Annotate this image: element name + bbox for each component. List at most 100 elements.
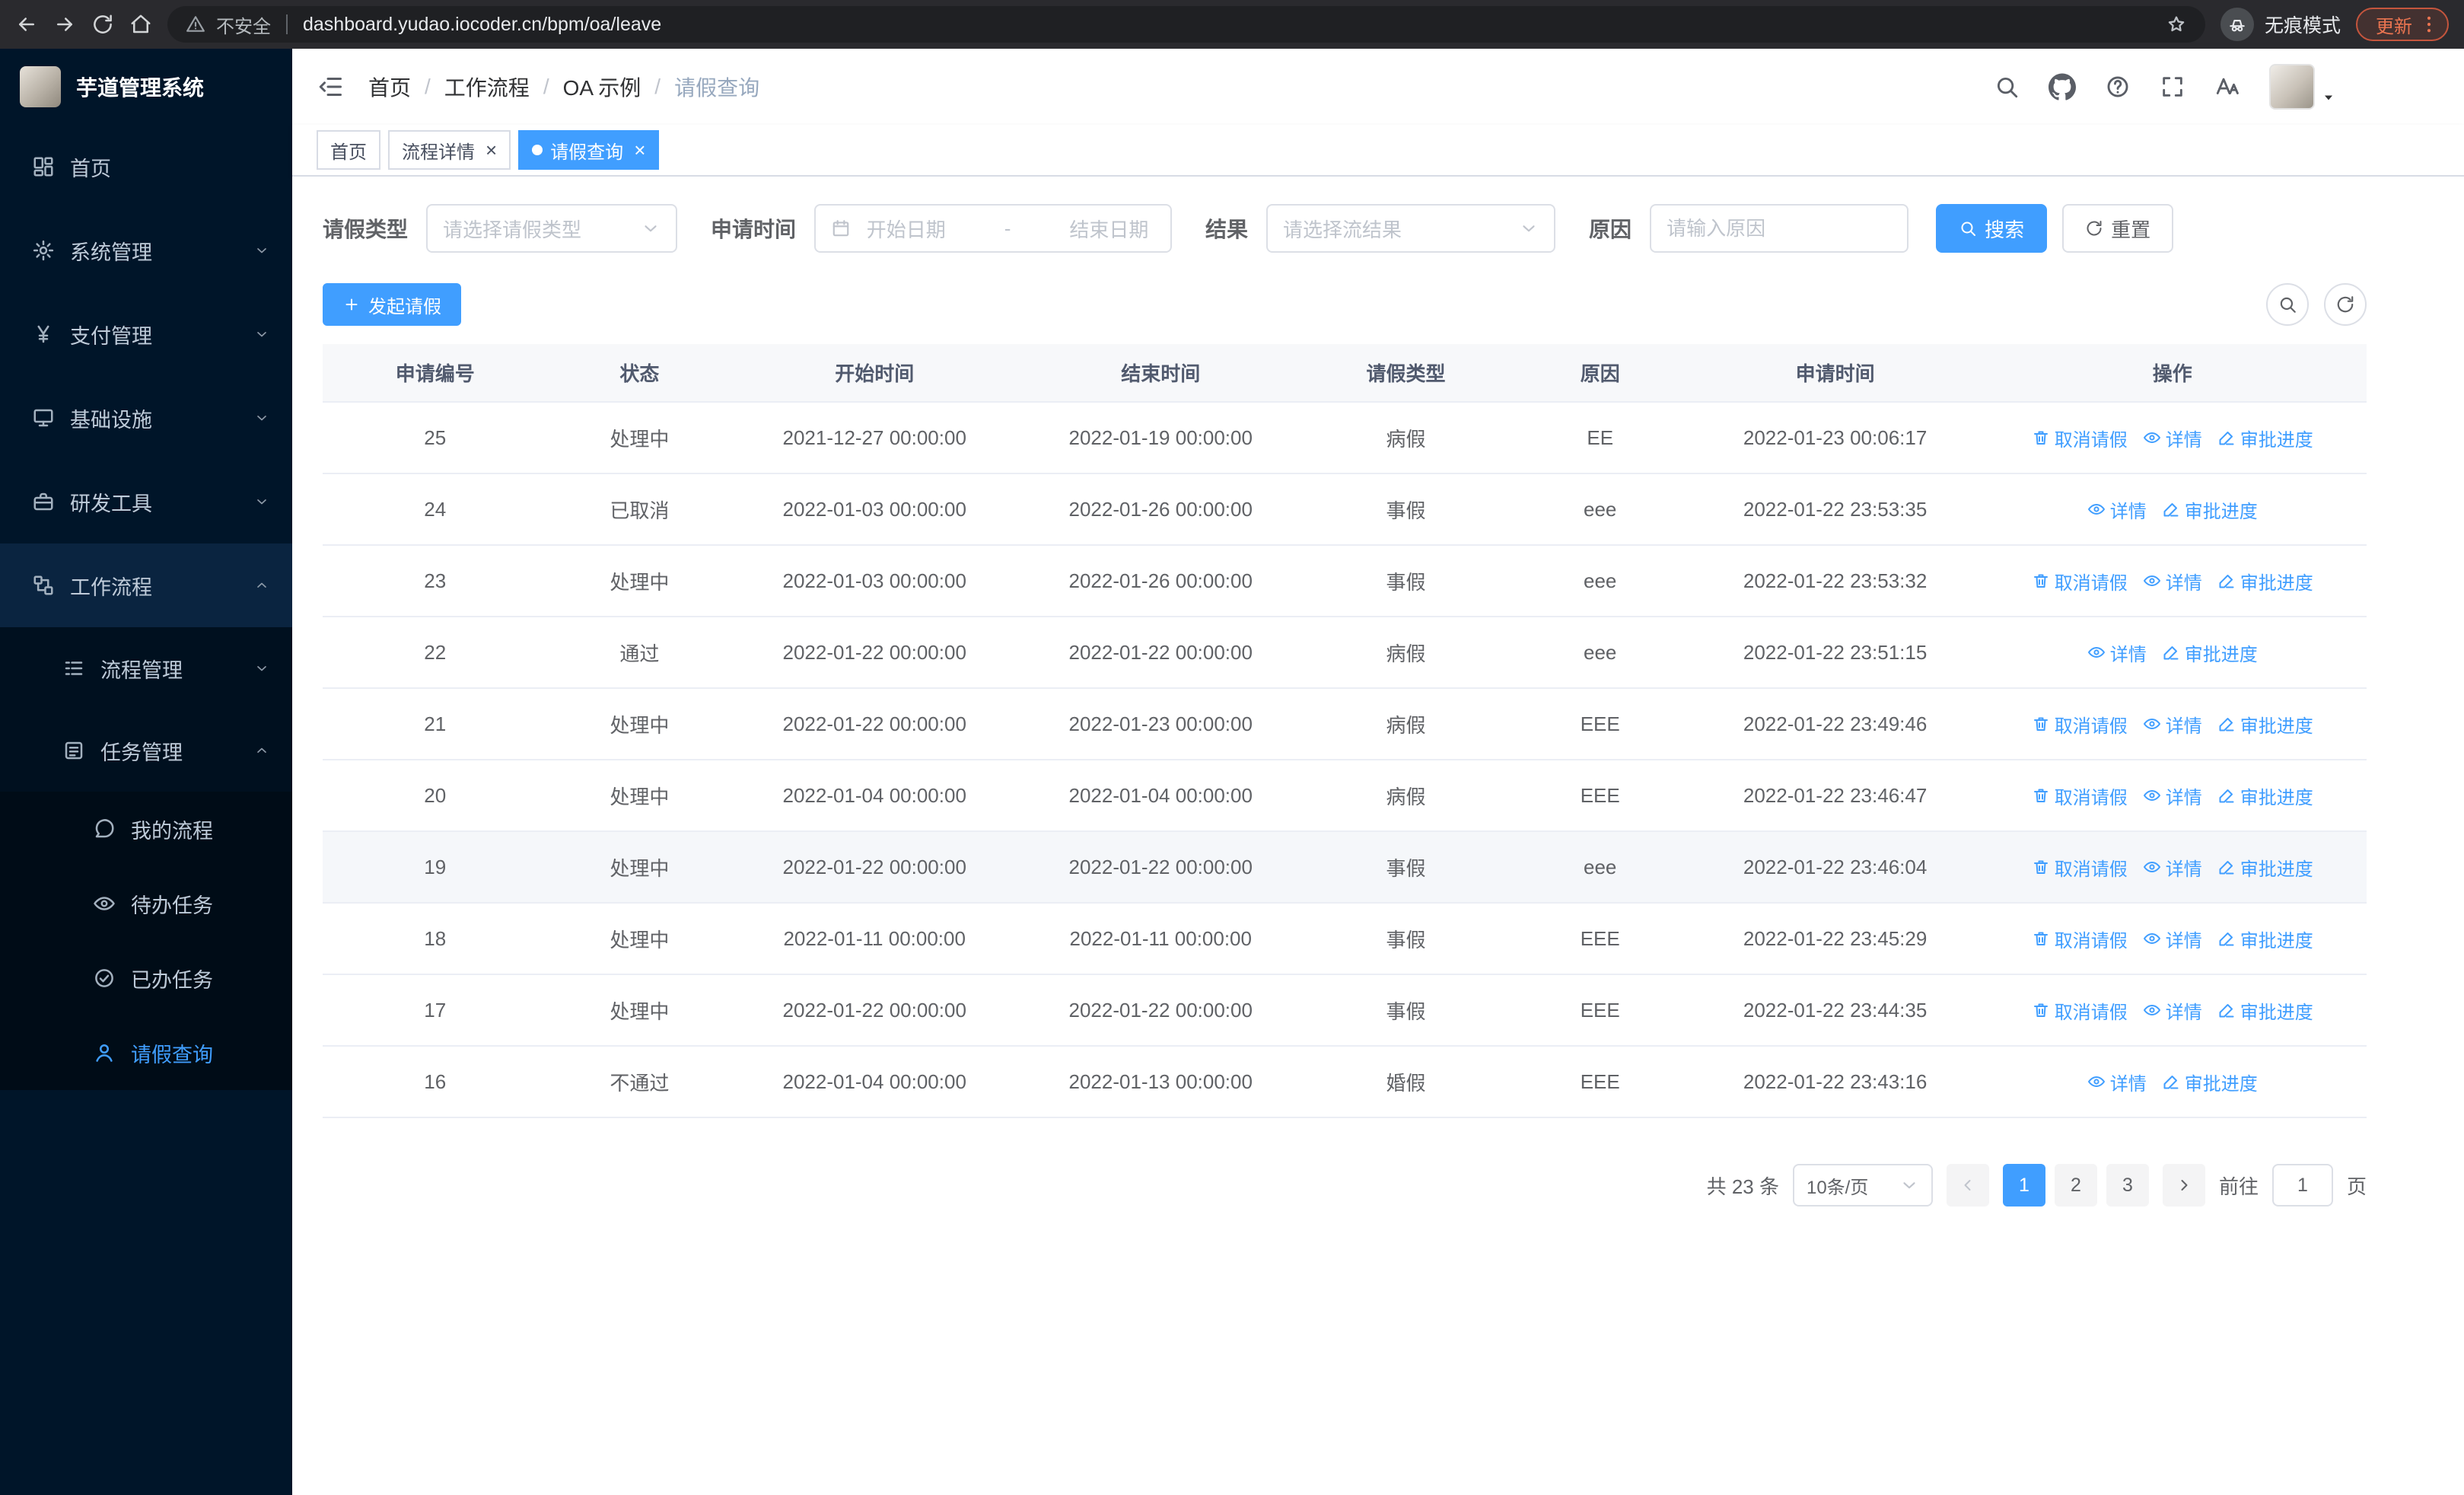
page-button-2[interactable]: 2: [2054, 1164, 2097, 1207]
breadcrumb-item[interactable]: OA 示例: [563, 72, 641, 102]
tab-label: 流程详情: [402, 142, 475, 163]
bookmark-star-icon[interactable]: [2166, 14, 2187, 35]
address-bar[interactable]: 不安全 dashboard.yudao.iocoder.cn/bpm/oa/le…: [167, 6, 2205, 43]
detail-action-link[interactable]: 详情: [2143, 854, 2202, 881]
cancel-action-link[interactable]: 取消请假: [2032, 711, 2128, 738]
progress-action-link[interactable]: 审批进度: [2162, 1069, 2258, 1095]
reload-icon[interactable]: [91, 13, 114, 36]
workflow-icon: [32, 574, 55, 597]
progress-action-link[interactable]: 审批进度: [2162, 639, 2258, 666]
column-header: 原因: [1507, 344, 1692, 403]
sidebar-item-label: 已办任务: [131, 968, 213, 992]
cell-apply-no: 21: [323, 688, 548, 760]
close-tab-icon[interactable]: ×: [485, 140, 497, 160]
reason-input[interactable]: [1650, 204, 1909, 253]
back-icon[interactable]: [15, 13, 38, 36]
action-label: 详情: [2165, 572, 2202, 594]
cancel-action-link[interactable]: 取消请假: [2032, 854, 2128, 881]
forward-icon[interactable]: [53, 13, 76, 36]
page-size-select[interactable]: 10条/页: [1792, 1164, 1933, 1207]
sidebar-item-payment[interactable]: 支付管理: [0, 292, 292, 376]
next-page-button[interactable]: [2162, 1164, 2205, 1207]
result-select[interactable]: 请选择流结果: [1266, 204, 1556, 253]
help-icon[interactable]: [2105, 74, 2131, 100]
cancel-action-link[interactable]: 取消请假: [2032, 783, 2128, 809]
fullscreen-icon[interactable]: [2160, 74, 2185, 100]
cell-reason: EEE: [1507, 903, 1692, 975]
detail-action-link[interactable]: 详情: [2143, 997, 2202, 1024]
create-leave-button[interactable]: 发起请假: [323, 283, 461, 326]
sidebar-item-leave-query[interactable]: 请假查询: [0, 1015, 292, 1090]
apply-time-range-picker[interactable]: 开始日期 - 结束日期: [814, 204, 1173, 253]
detail-action-link[interactable]: 详情: [2143, 783, 2202, 809]
detail-action-link[interactable]: 详情: [2087, 639, 2147, 666]
progress-action-link[interactable]: 审批进度: [2217, 425, 2313, 451]
column-header: 开始时间: [731, 344, 1018, 403]
sidebar-item-dev-tools[interactable]: 研发工具: [0, 460, 292, 543]
sidebar-item-workflow[interactable]: 工作流程: [0, 543, 292, 627]
sidebar-item-task-mgmt[interactable]: 任务管理: [0, 709, 292, 792]
sidebar-item-process-mgmt[interactable]: 流程管理: [0, 627, 292, 709]
sidebar-item-my-process[interactable]: 我的流程: [0, 792, 292, 866]
refresh-table-button[interactable]: [2324, 283, 2367, 326]
leave-type-select[interactable]: 请选择请假类型: [426, 204, 678, 253]
breadcrumb-item[interactable]: 首页: [368, 72, 411, 102]
progress-action-link[interactable]: 审批进度: [2217, 926, 2313, 952]
close-tab-icon[interactable]: ×: [634, 140, 645, 160]
goto-page-input[interactable]: [2271, 1164, 2333, 1207]
sidebar-item-home[interactable]: 首页: [0, 125, 292, 209]
app-logo[interactable]: 芋道管理系统: [0, 49, 292, 125]
detail-action-link[interactable]: 详情: [2143, 568, 2202, 594]
sidebar-item-done-tasks[interactable]: 已办任务: [0, 941, 292, 1015]
tab-process-detail[interactable]: 流程详情 ×: [388, 130, 511, 170]
page-button-3[interactable]: 3: [2106, 1164, 2149, 1207]
browser-home-icon[interactable]: [129, 13, 152, 36]
tab-home[interactable]: 首页: [317, 130, 380, 170]
cell-apply-no: 23: [323, 545, 548, 617]
progress-action-link[interactable]: 审批进度: [2217, 997, 2313, 1024]
sidebar-item-system[interactable]: 系统管理: [0, 209, 292, 292]
progress-action-link[interactable]: 审批进度: [2217, 783, 2313, 809]
sidebar-item-infrastructure[interactable]: 基础设施: [0, 376, 292, 460]
font-size-icon[interactable]: [2214, 74, 2240, 100]
progress-action-link[interactable]: 审批进度: [2162, 496, 2258, 523]
detail-action-link[interactable]: 详情: [2143, 926, 2202, 952]
detail-action-link[interactable]: 详情: [2087, 1069, 2147, 1095]
sidebar-item-label: 任务管理: [100, 741, 183, 764]
header-search-icon[interactable]: [1994, 74, 2020, 100]
sidebar-item-todo-tasks[interactable]: 待办任务: [0, 866, 292, 941]
prev-page-button[interactable]: [1946, 1164, 1989, 1207]
search-button[interactable]: 搜索: [1936, 204, 2048, 253]
update-button[interactable]: 更新: [2356, 8, 2449, 41]
browser-menu-dots-icon[interactable]: [2418, 14, 2440, 35]
reset-button[interactable]: 重置: [2062, 204, 2174, 253]
progress-action-link[interactable]: 审批进度: [2217, 711, 2313, 738]
app-title: 芋道管理系统: [76, 76, 205, 100]
cell-reason: EEE: [1507, 974, 1692, 1047]
avatar[interactable]: [2269, 64, 2315, 110]
cell-status: 不通过: [547, 1046, 732, 1118]
tab-leave-query[interactable]: 请假查询 ×: [518, 130, 660, 170]
cancel-action-link[interactable]: 取消请假: [2032, 568, 2128, 594]
create-leave-label: 发起请假: [368, 296, 441, 317]
leave-type-label: 请假类型: [323, 218, 409, 241]
security-warning-icon[interactable]: [186, 14, 205, 34]
cancel-action-link[interactable]: 取消请假: [2032, 926, 2128, 952]
cancel-action-link[interactable]: 取消请假: [2032, 425, 2128, 451]
action-label: 审批进度: [2184, 1073, 2258, 1095]
github-icon[interactable]: [2049, 73, 2076, 100]
progress-action-link[interactable]: 审批进度: [2217, 854, 2313, 881]
cell-actions: 详情 审批进度: [1978, 617, 2367, 689]
page-button-1[interactable]: 1: [2002, 1164, 2045, 1207]
progress-action-link[interactable]: 审批进度: [2217, 568, 2313, 594]
arrow-left-icon: [1959, 1176, 1977, 1194]
detail-action-link[interactable]: 详情: [2087, 496, 2147, 523]
range-separator: -: [1004, 216, 1011, 240]
sidebar-toggle-icon[interactable]: [317, 73, 344, 100]
cancel-action-link[interactable]: 取消请假: [2032, 997, 2128, 1024]
detail-action-link[interactable]: 详情: [2143, 711, 2202, 738]
toggle-search-button[interactable]: [2266, 283, 2309, 326]
user-menu[interactable]: [2269, 64, 2336, 110]
breadcrumb-item[interactable]: 工作流程: [444, 72, 530, 102]
detail-action-link[interactable]: 详情: [2143, 425, 2202, 451]
